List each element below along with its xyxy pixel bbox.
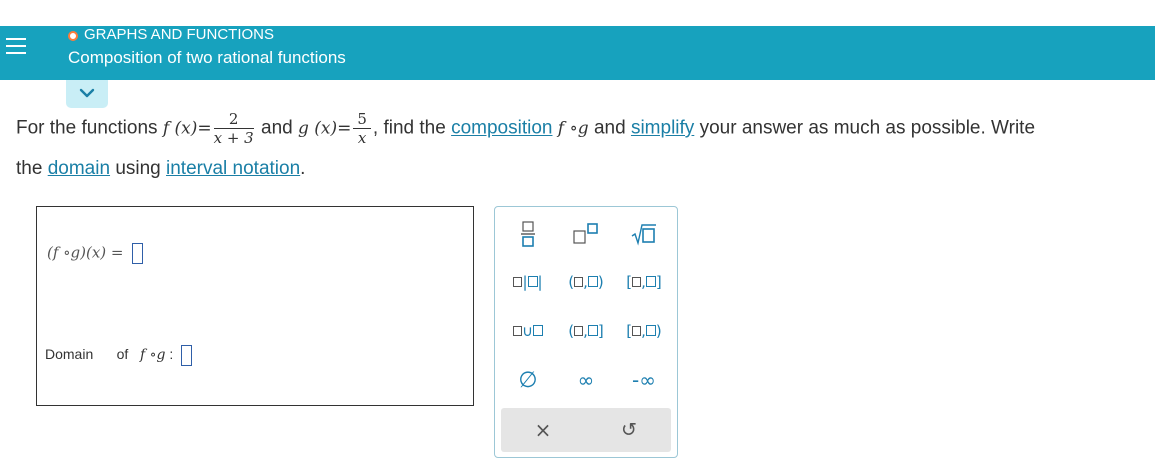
period: .	[300, 158, 306, 179]
menu-icon[interactable]	[6, 38, 27, 56]
closed-interval-icon: [,]	[626, 273, 662, 291]
fraction-button[interactable]	[506, 217, 550, 251]
answer-box: (f ∘g)(x) = Domain of f ∘g :	[36, 206, 474, 406]
g-numerator: 5	[353, 110, 371, 129]
infinity-button[interactable]: ∞	[564, 363, 608, 397]
clear-button[interactable]: ×	[521, 413, 565, 447]
closed-interval-button[interactable]: [,]	[622, 265, 666, 299]
of-label: of	[116, 346, 129, 363]
domain-answer-row: Domain of f ∘g :	[45, 345, 193, 366]
exponent-icon	[573, 223, 598, 244]
empty-set-icon: ∅	[518, 367, 538, 393]
open-interval-button[interactable]: (,)	[564, 265, 608, 299]
domain-link[interactable]: domain	[48, 158, 110, 179]
negative-infinity-button[interactable]: -∞	[622, 363, 666, 397]
absolute-value-button[interactable]: | |	[506, 265, 550, 299]
comma: ,	[372, 117, 379, 139]
right-open-interval-button[interactable]: [,)	[622, 314, 666, 348]
and2-text: and	[593, 117, 626, 139]
empty-set-button[interactable]: ∅	[506, 363, 550, 397]
right-open-interval-icon: [,)	[626, 322, 662, 340]
topic-status-icon	[68, 31, 78, 41]
composition-answer-row: (f ∘g)(x) =	[47, 243, 144, 264]
simplify-link[interactable]: simplify	[631, 118, 694, 139]
infinity-icon: ∞	[577, 368, 595, 392]
square-root-icon	[631, 224, 656, 246]
g-label: g (x)=	[297, 118, 352, 139]
f-numerator: 2	[213, 110, 254, 129]
composition-answer-input[interactable]	[132, 243, 144, 264]
g-fraction: 5x	[353, 110, 371, 147]
f-fraction: 2x + 3	[213, 110, 254, 147]
chevron-down-icon	[79, 88, 95, 98]
union-button[interactable]: ∪	[506, 314, 550, 348]
intro-text: For the functions	[16, 117, 158, 139]
topic-text: GRAPHS AND FUNCTIONS	[84, 26, 275, 43]
domain-label: Domain	[45, 346, 94, 363]
math-palette: | | (,) [,] ∪ (,] [,) ∅ ∞ -∞ × ↺	[494, 206, 678, 458]
composition-label: (f ∘g)(x) =	[47, 243, 124, 262]
undo-button[interactable]: ↺	[607, 413, 651, 447]
find-text: find the	[383, 117, 446, 139]
absolute-value-icon: | |	[513, 273, 543, 291]
left-open-interval-icon: (,]	[568, 322, 604, 340]
left-open-interval-button[interactable]: (,]	[564, 314, 608, 348]
and-text: and	[261, 117, 293, 139]
composition-link[interactable]: composition	[451, 118, 552, 139]
f-denominator: x + 3	[213, 129, 254, 147]
page-title: Composition of two rational functions	[68, 48, 346, 67]
exponent-button[interactable]	[564, 217, 608, 251]
negative-infinity-icon: -∞	[632, 368, 656, 392]
undo-icon: ↺	[621, 419, 637, 441]
union-icon: ∪	[513, 322, 543, 340]
using-text: using	[115, 158, 161, 179]
expand-button[interactable]	[66, 80, 108, 108]
square-root-button[interactable]	[622, 217, 666, 251]
rest-text: your answer as much as possible. Write	[699, 117, 1036, 139]
topic-label: GRAPHS AND FUNCTIONS	[68, 26, 274, 44]
g-denominator: x	[357, 129, 367, 147]
header-bar: GRAPHS AND FUNCTIONS Composition of two …	[0, 26, 1155, 80]
domain-colon: :	[169, 346, 174, 363]
the-text: the	[16, 158, 43, 179]
fog-symbol: f ∘g	[557, 118, 589, 139]
domain-answer-input[interactable]	[181, 345, 193, 366]
close-icon: ×	[534, 418, 552, 442]
interval-notation-link[interactable]: interval notation	[166, 158, 300, 179]
open-interval-icon: (,)	[568, 273, 604, 291]
fraction-icon	[521, 221, 535, 247]
domain-fog-symbol: f ∘g	[139, 347, 166, 364]
f-label: f (x)=	[162, 118, 212, 139]
